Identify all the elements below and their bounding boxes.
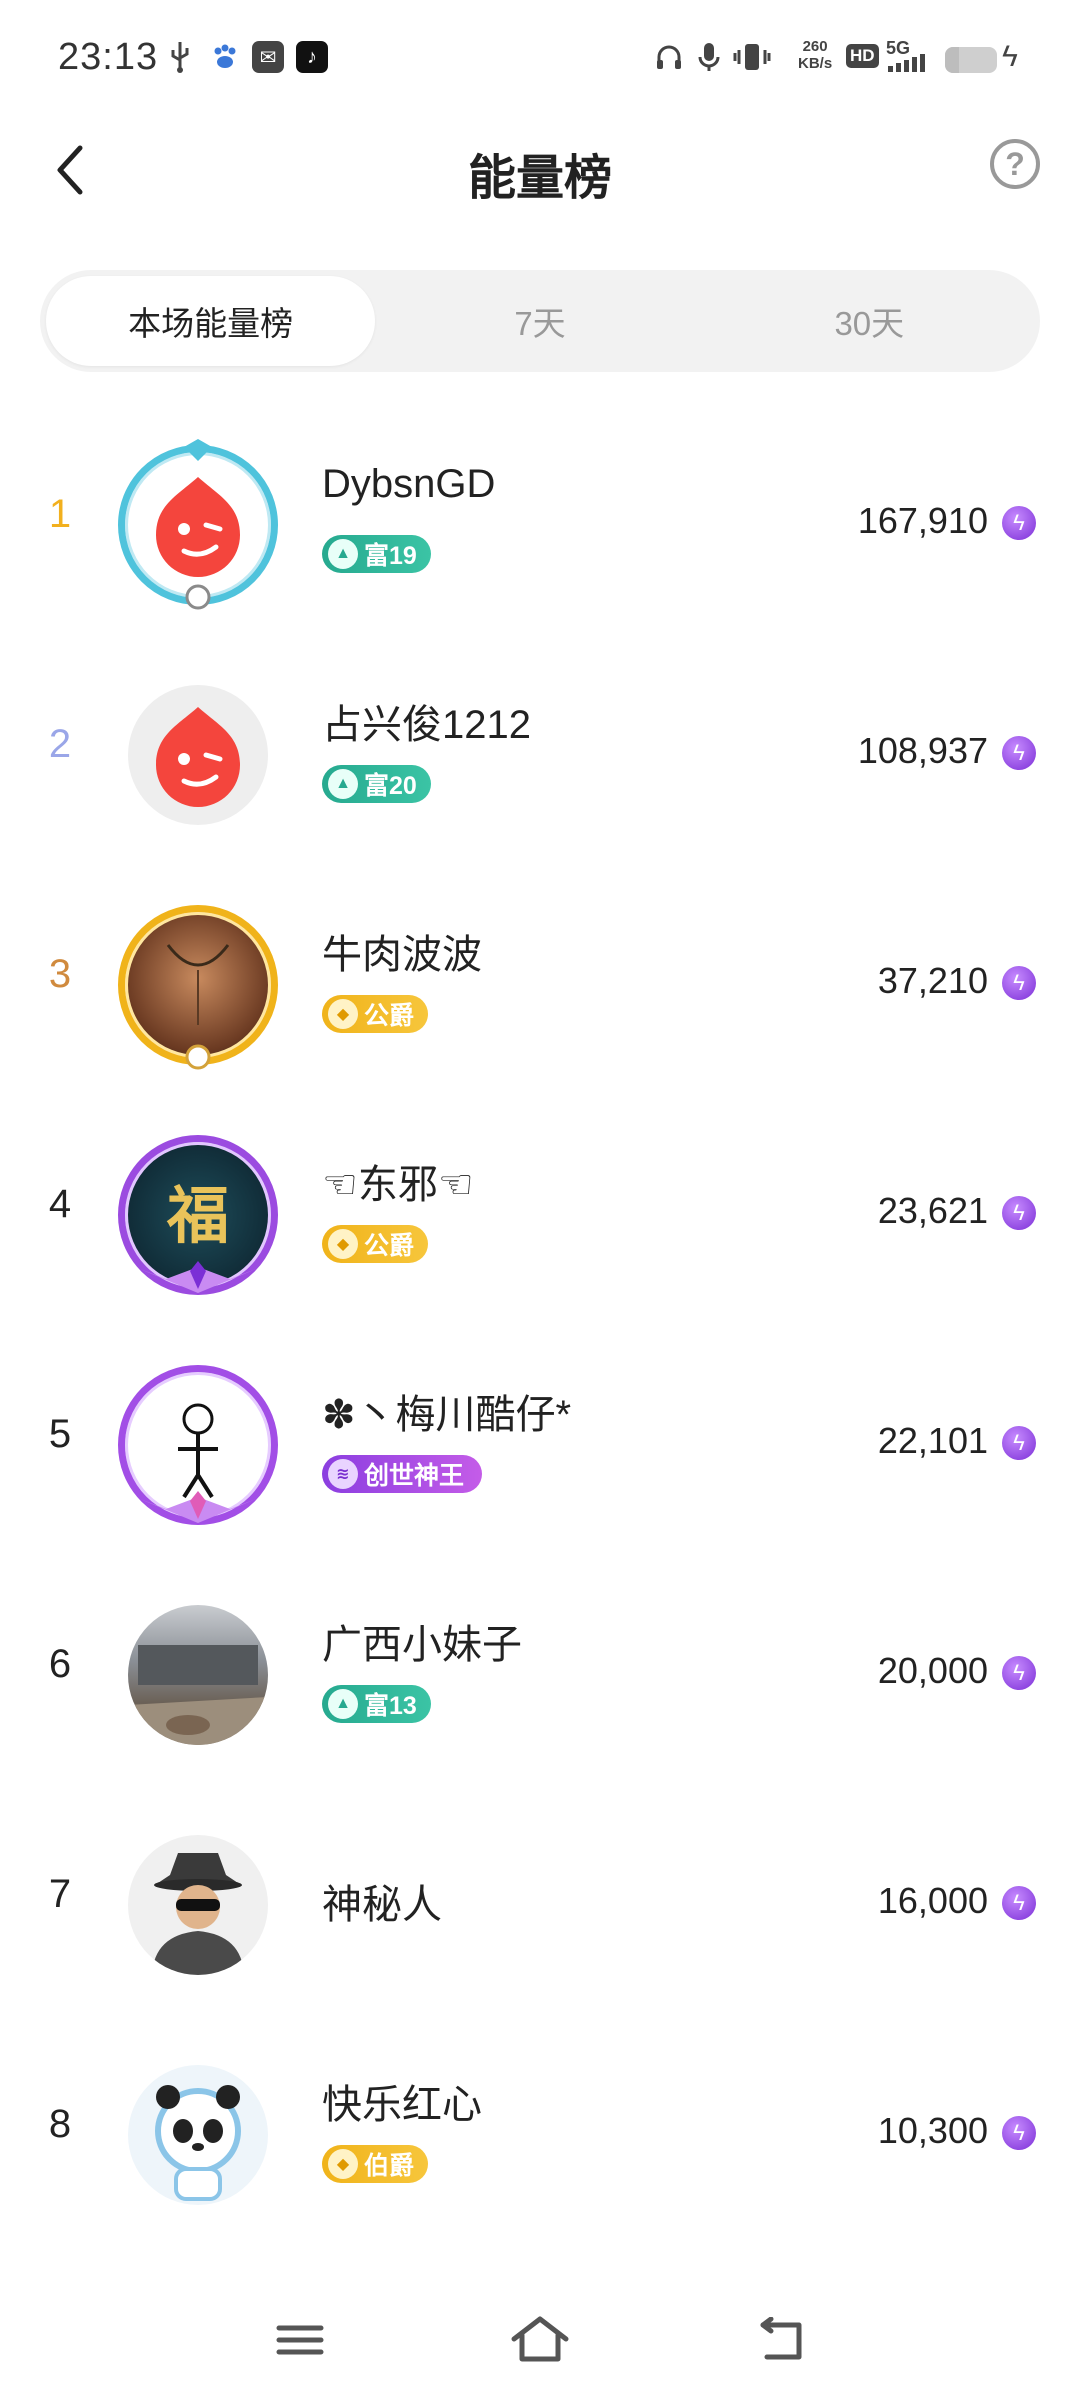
hd-indicator: HD — [846, 44, 879, 68]
rank-number: 6 — [48, 1642, 72, 1686]
help-icon[interactable]: ? — [990, 139, 1040, 189]
rank-number: 4 — [48, 1182, 72, 1226]
user-name: ☜东邪☜ — [322, 1163, 474, 1207]
crest-icon: ≋ — [328, 1459, 358, 1489]
avatar[interactable] — [118, 675, 278, 835]
user-name: 占兴俊1212 — [322, 703, 531, 747]
energy-score: 10,300 — [877, 2110, 988, 2151]
level-icon: ▲ — [328, 769, 358, 799]
energy-icon: ϟ — [1002, 506, 1036, 540]
status-bar: 23:13 ✉ ♪ 260 KB/s HD 5G ϟ — [0, 0, 1080, 120]
tiktok-icon: ♪ — [296, 40, 328, 74]
user-name: 快乐红心 — [322, 2083, 482, 2127]
noble-icon: ◆ — [328, 2149, 358, 2179]
menu-icon[interactable] — [260, 2300, 340, 2380]
avatar[interactable] — [118, 439, 278, 610]
avatar[interactable] — [118, 905, 278, 1070]
page-title: 能量榜 — [467, 152, 612, 205]
noble-badge: ≋ 创世神王 — [322, 1455, 483, 1493]
user-name: 广西小妹子 — [322, 1623, 522, 1667]
user-name: 神秘人 — [322, 1883, 442, 1927]
wealth-badge: ▲ 富20 — [322, 765, 431, 803]
vibrate-icon — [732, 40, 772, 74]
level-icon: ▲ — [328, 539, 358, 569]
rank-number: 3 — [48, 952, 72, 996]
energy-icon: ϟ — [1002, 1426, 1036, 1460]
energy-icon: ϟ — [1002, 736, 1036, 770]
level-icon: ▲ — [328, 1689, 358, 1719]
rank-number: 7 — [48, 1872, 72, 1916]
user-name: DybsnGD — [322, 462, 496, 506]
energy-icon: ϟ — [1002, 2116, 1036, 2150]
noble-icon: ◆ — [328, 999, 358, 1029]
energy-score: 16,000 — [877, 1880, 988, 1921]
header: 能量榜 ? — [0, 120, 1080, 220]
energy-score: 37,210 — [877, 960, 988, 1001]
list-item[interactable]: 5 ✽丶梅川酷仔* ≋ 创世神王 22,101 ϟ — [0, 1330, 1080, 1560]
avatar[interactable] — [118, 2055, 278, 2215]
energy-score: 22,101 — [877, 1420, 988, 1461]
svg-text:福: 福 — [166, 1179, 229, 1252]
user-name: 牛肉波波 — [322, 933, 482, 977]
energy-icon: ϟ — [1002, 1196, 1036, 1230]
rank-number: 8 — [48, 2102, 72, 2146]
energy-rank-list: 1 DybsnGD ▲ 富19 167,910 ϟ 2 占兴俊1212 ▲ 富20 … — [0, 410, 1080, 2250]
mic-icon — [694, 40, 724, 74]
energy-icon: ϟ — [1002, 966, 1036, 1000]
energy-score: 23,621 — [877, 1190, 988, 1231]
wealth-badge: ▲ 富19 — [322, 535, 431, 573]
noble-badge: ◆ 公爵 — [322, 1225, 429, 1263]
list-item[interactable]: 4 福 ☜东邪☜ ◆ 公爵 23,621 ϟ — [0, 1100, 1080, 1330]
signal-indicator: 5G — [886, 38, 925, 72]
mail-icon: ✉ — [252, 40, 284, 74]
charging-icon: ϟ — [1002, 40, 1018, 73]
energy-score: 108,937 — [857, 730, 988, 771]
energy-icon: ϟ — [1002, 1886, 1036, 1920]
headphones-icon — [652, 40, 686, 74]
list-item[interactable]: 8 快乐红心 ◆ 伯爵 10,300 ϟ — [0, 2020, 1080, 2250]
energy-icon: ϟ — [1002, 1656, 1036, 1690]
noble-badge: ◆ 伯爵 — [322, 2145, 429, 2183]
list-item[interactable]: 7 神秘人 16,000 ϟ — [0, 1790, 1080, 2020]
avatar[interactable] — [118, 1595, 278, 1755]
wealth-badge: ▲ 富13 — [322, 1685, 431, 1723]
rank-number: 5 — [48, 1412, 72, 1456]
noble-icon: ◆ — [328, 1229, 358, 1259]
rank-number: 1 — [48, 492, 72, 536]
energy-score: 20,000 — [877, 1650, 988, 1691]
period-tabs: 本场能量榜 7天 30天 — [40, 270, 1040, 372]
home-icon[interactable] — [500, 2300, 580, 2380]
tab-30-days[interactable]: 30天 — [705, 276, 1034, 366]
energy-score: 167,910 — [857, 500, 988, 541]
list-item[interactable]: 1 DybsnGD ▲ 富19 167,910 ϟ — [0, 410, 1080, 640]
back-nav-icon[interactable] — [742, 2300, 822, 2380]
net-speed: 260 KB/s — [798, 38, 833, 72]
list-item[interactable]: 2 占兴俊1212 ▲ 富20 108,937 ϟ — [0, 640, 1080, 870]
status-time: 23:13 — [58, 36, 159, 78]
user-name: ✽丶梅川酷仔* — [322, 1393, 572, 1437]
paw-icon — [208, 40, 242, 74]
list-item[interactable]: 3 牛肉波波 ◆ 公爵 37,210 ϟ — [0, 870, 1080, 1100]
avatar[interactable]: 福 — [118, 1135, 278, 1295]
rank-number: 2 — [48, 722, 72, 766]
tab-current-session[interactable]: 本场能量榜 — [46, 276, 376, 366]
system-nav-bar — [0, 2280, 1080, 2400]
battery-icon — [945, 47, 997, 73]
usb-icon — [166, 40, 194, 74]
list-item[interactable]: 6 广西小妹子 ▲ 富13 20,000 ϟ — [0, 1560, 1080, 1790]
avatar[interactable] — [118, 1365, 278, 1525]
noble-badge: ◆ 公爵 — [322, 995, 429, 1033]
avatar[interactable] — [118, 1825, 278, 1985]
tab-7-days[interactable]: 7天 — [375, 276, 704, 366]
